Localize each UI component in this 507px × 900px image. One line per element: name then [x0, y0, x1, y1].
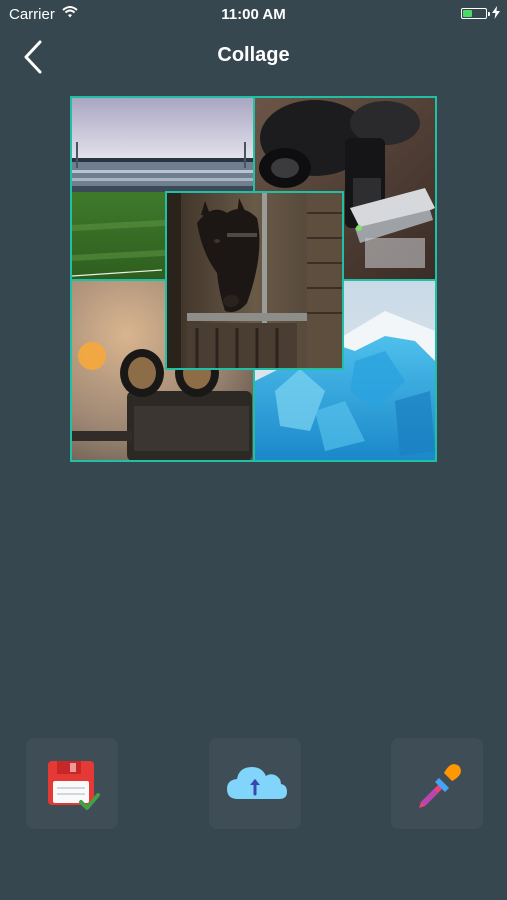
charging-icon — [492, 6, 500, 24]
battery-icon — [461, 8, 490, 19]
page-title: Collage — [217, 44, 290, 66]
cloud-upload-icon — [227, 767, 287, 799]
status-time: 11:00 AM — [221, 6, 286, 23]
save-icon — [48, 761, 100, 810]
status-bar: Carrier 11:00 AM — [0, 0, 507, 28]
eyedropper-icon — [419, 764, 461, 808]
save-button[interactable] — [26, 738, 118, 829]
upload-button[interactable] — [209, 738, 301, 829]
photo-horse[interactable] — [165, 191, 344, 370]
back-button[interactable] — [18, 38, 54, 76]
color-picker-button[interactable] — [391, 738, 483, 829]
chevron-left-icon — [24, 40, 42, 74]
collage-canvas — [70, 96, 437, 462]
nav-bar: Collage — [0, 28, 507, 84]
